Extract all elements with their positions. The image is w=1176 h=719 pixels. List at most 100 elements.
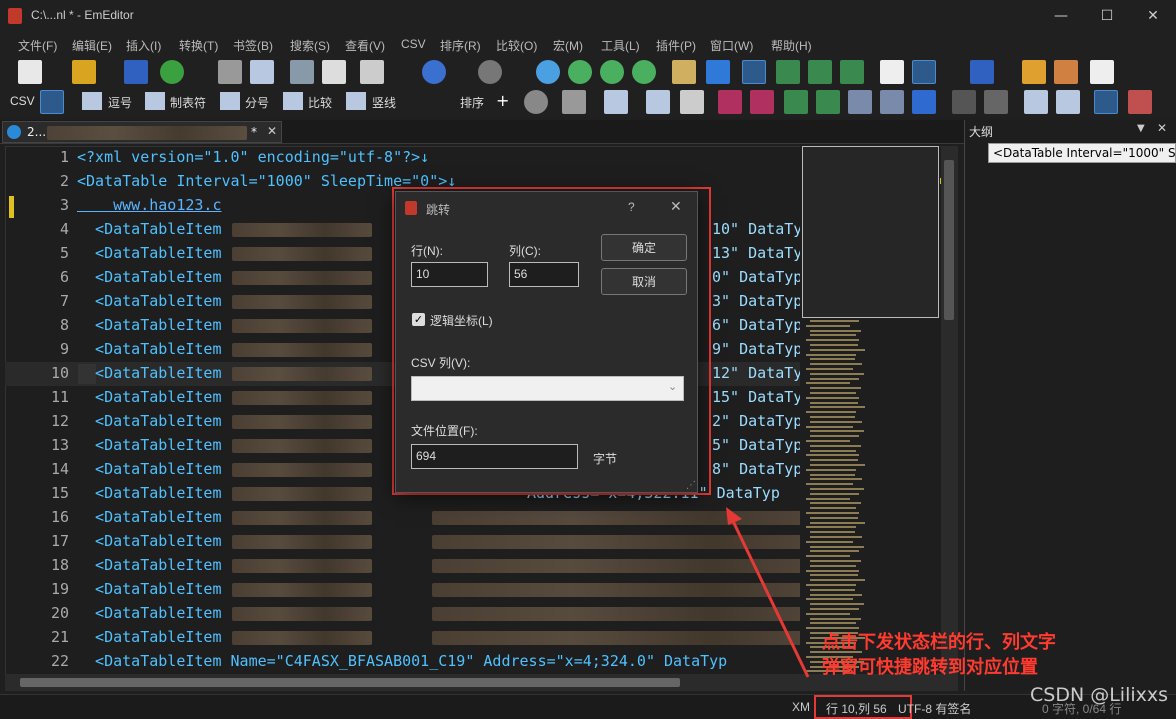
merge-icon[interactable] [1056, 90, 1080, 114]
menu-convert[interactable]: 转换(T) [179, 37, 218, 54]
code-line: <DataTableItem 9" DataTyp [77, 340, 800, 358]
comma-button[interactable]: 逗号 [108, 94, 132, 111]
bookmark-edit-icon[interactable] [1022, 60, 1046, 84]
close-button[interactable]: ✕ [1130, 0, 1176, 32]
menu-csv[interactable]: CSV [401, 37, 426, 51]
menu-edit[interactable]: 编辑(E) [72, 37, 112, 54]
cancel-button[interactable]: 取消 [601, 268, 687, 295]
horizontal-scroll-thumb[interactable] [20, 678, 680, 687]
menu-macro[interactable]: 宏(M) [553, 37, 583, 54]
find-icon[interactable] [536, 60, 560, 84]
plus-icon[interactable]: + [496, 91, 509, 110]
redo-icon[interactable] [478, 60, 502, 84]
logical-coords-checkbox[interactable]: ✓ [412, 313, 425, 326]
sort-num-asc-icon[interactable] [784, 90, 808, 114]
print-preview-icon[interactable] [250, 60, 274, 84]
outline-toggle-icon[interactable] [912, 60, 936, 84]
table-edit-icon[interactable] [680, 90, 704, 114]
ruler-icon[interactable] [1128, 90, 1152, 114]
abc-compare-icon[interactable] [952, 90, 976, 114]
paste-icon[interactable] [360, 60, 384, 84]
checklist-icon[interactable] [1090, 60, 1114, 84]
sort-za-icon[interactable] [750, 90, 774, 114]
status-encoding[interactable]: UTF-8 有签名 [898, 700, 971, 717]
maximize-button[interactable]: ☐ [1084, 0, 1130, 32]
menu-insert[interactable]: 插入(I) [126, 37, 161, 54]
wrap-window-icon[interactable] [776, 60, 800, 84]
menu-window[interactable]: 窗口(W) [710, 37, 753, 54]
cut-icon[interactable] [290, 60, 314, 84]
find-prev-icon[interactable] [600, 60, 624, 84]
column-input[interactable]: 56 [509, 262, 579, 287]
sort-options-icon[interactable] [524, 90, 548, 114]
menu-view[interactable]: 查看(V) [345, 37, 385, 54]
menu-bookmark[interactable]: 书签(B) [233, 37, 273, 54]
sort-az-icon[interactable] [718, 90, 742, 114]
open-folder-icon[interactable] [72, 60, 96, 84]
row-input[interactable]: 10 [411, 262, 488, 287]
menu-tools[interactable]: 工具(L) [601, 37, 640, 54]
wrap-char-icon[interactable] [840, 60, 864, 84]
csv-mode-icon[interactable] [40, 90, 64, 114]
status-file-type[interactable]: XM [792, 700, 810, 714]
sort-custom-icon[interactable] [912, 90, 936, 114]
tab-separator-button[interactable]: 制表符 [170, 94, 206, 111]
line-number: 10 [50, 364, 69, 382]
minimap-line [806, 468, 856, 471]
spell-check-icon[interactable] [880, 60, 904, 84]
dialog-close-icon[interactable]: ✕ [670, 198, 682, 215]
minimap-line [810, 478, 862, 481]
new-file-icon[interactable] [18, 60, 42, 84]
sort-length-icon[interactable] [848, 90, 872, 114]
outline-close-icon[interactable]: ✕ [1157, 121, 1167, 135]
replace-icon[interactable] [632, 60, 656, 84]
menu-file[interactable]: 文件(F) [18, 37, 57, 54]
menu-compare[interactable]: 比较(O) [496, 37, 537, 54]
outline-item[interactable]: <DataTable Interval="1000" Sle [988, 143, 1176, 163]
menu-sort[interactable]: 排序(R) [440, 37, 481, 54]
tab-close-icon[interactable]: ✕ [267, 124, 277, 138]
tools-icon[interactable] [1054, 60, 1078, 84]
wrap-icon[interactable] [742, 60, 766, 84]
menu-search[interactable]: 搜索(S) [290, 37, 330, 54]
vertical-bar-button[interactable]: 竖线 [372, 94, 396, 111]
line-numbers-icon[interactable] [1094, 90, 1118, 114]
minimap-viewport[interactable] [802, 146, 939, 318]
emeditor-app-icon[interactable] [8, 8, 22, 24]
grid-icon[interactable] [984, 90, 1008, 114]
wrap-page-icon[interactable] [808, 60, 832, 84]
filter-icon[interactable] [706, 60, 730, 84]
encoding-icon[interactable] [970, 60, 994, 84]
minimize-button[interactable]: — [1038, 0, 1084, 32]
outline-dropdown-icon[interactable]: ▼ [1137, 123, 1145, 134]
save-icon[interactable] [124, 60, 148, 84]
document-tab[interactable]: 2... * ✕ [2, 121, 282, 143]
find-next-icon[interactable] [568, 60, 592, 84]
comma-icon [82, 92, 102, 110]
copy-icon[interactable] [322, 60, 346, 84]
find-in-files-icon[interactable] [672, 60, 696, 84]
column-tool-icon[interactable] [562, 90, 586, 114]
reload-icon[interactable] [160, 60, 184, 84]
split-icon[interactable] [1024, 90, 1048, 114]
file-position-input[interactable]: 694 [411, 444, 578, 469]
menu-plugins[interactable]: 插件(P) [656, 37, 696, 54]
column-select-icon[interactable] [604, 90, 628, 114]
dialog-help-button[interactable]: ? [628, 200, 635, 214]
csv-column-select[interactable]: ⌄ [411, 376, 684, 401]
ok-button[interactable]: 确定 [601, 234, 687, 261]
resize-grip-icon[interactable]: ⋰ [686, 480, 696, 491]
semicolon-button[interactable]: 分号 [245, 94, 269, 111]
code-line: <DataTableItem 12" DataTyp [77, 364, 800, 382]
code-tail: 0" DataTyp [712, 268, 800, 286]
vertical-scroll-thumb[interactable] [944, 160, 954, 320]
outline-title: 大纲 [969, 125, 994, 139]
sort-length-desc-icon[interactable] [880, 90, 904, 114]
edit-column-icon[interactable] [646, 90, 670, 114]
menu-help[interactable]: 帮助(H) [771, 37, 812, 54]
undo-icon[interactable] [422, 60, 446, 84]
print-icon[interactable] [218, 60, 242, 84]
redacted-text [231, 534, 372, 549]
sort-num-desc-icon[interactable] [816, 90, 840, 114]
compare-button[interactable]: 比较 [308, 94, 332, 111]
